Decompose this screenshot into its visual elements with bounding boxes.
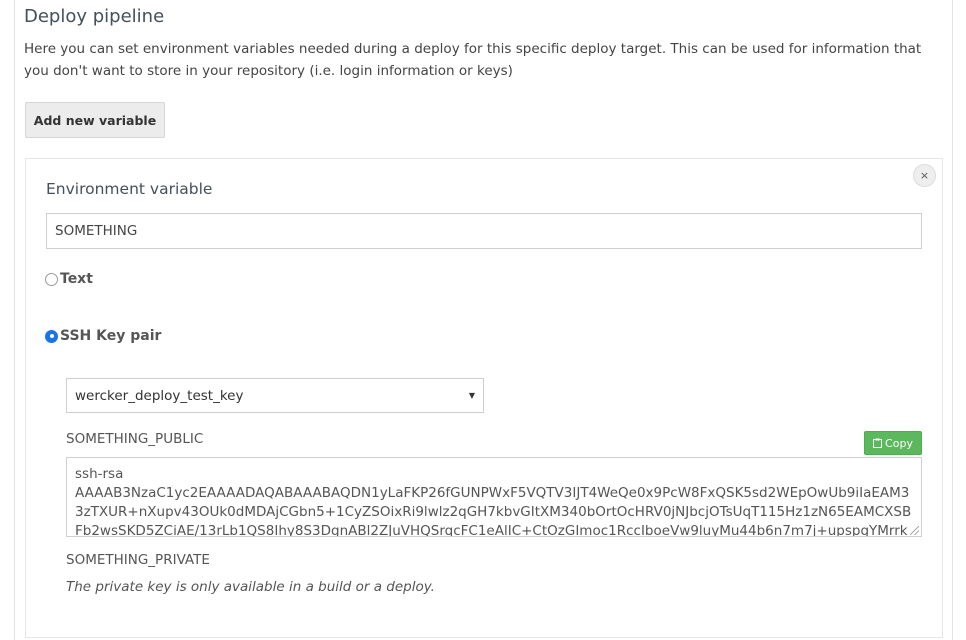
variable-name-input[interactable]: SOMETHING: [46, 213, 922, 249]
caret-down-icon: ▼: [468, 391, 475, 400]
radio-checked-icon[interactable]: [45, 329, 58, 343]
textarea-resize-handle[interactable]: [910, 526, 919, 535]
ssh-key-select[interactable]: wercker_deploy_test_key ▼: [66, 378, 484, 413]
remove-variable-button[interactable]: ×: [913, 164, 936, 187]
type-radio-text-label: Text: [60, 271, 93, 287]
clipboard-icon: [873, 438, 883, 448]
type-radio-ssh-label: SSH Key pair: [60, 328, 162, 344]
public-key-textarea[interactable]: ssh-rsa AAAAB3NzaC1yc2EAAAADAQABAAABAQDN…: [66, 457, 922, 537]
public-key-text: ssh-rsa AAAAB3NzaC1yc2EAAAADAQABAAABAQDN…: [75, 466, 912, 537]
close-icon: ×: [919, 169, 930, 182]
section-description: Here you can set environment variables n…: [24, 41, 922, 79]
private-key-label: SOMETHING_PRIVATE: [66, 552, 210, 568]
variable-card-title: Environment variable: [46, 180, 213, 198]
type-radio-text[interactable]: Text: [45, 271, 93, 287]
ssh-key-select-value: wercker_deploy_test_key: [75, 387, 244, 404]
public-key-label: SOMETHING_PUBLIC: [66, 431, 204, 447]
private-key-note: The private key is only available in a b…: [66, 579, 435, 595]
copy-public-key-button[interactable]: Copy: [864, 431, 922, 455]
add-new-variable-button[interactable]: Add new variable: [25, 102, 165, 138]
section-title: Deploy pipeline: [24, 6, 165, 27]
radio-unchecked-icon[interactable]: [45, 272, 58, 286]
type-radio-ssh-key-pair[interactable]: SSH Key pair: [45, 328, 161, 344]
copy-button-label: Copy: [885, 436, 913, 450]
